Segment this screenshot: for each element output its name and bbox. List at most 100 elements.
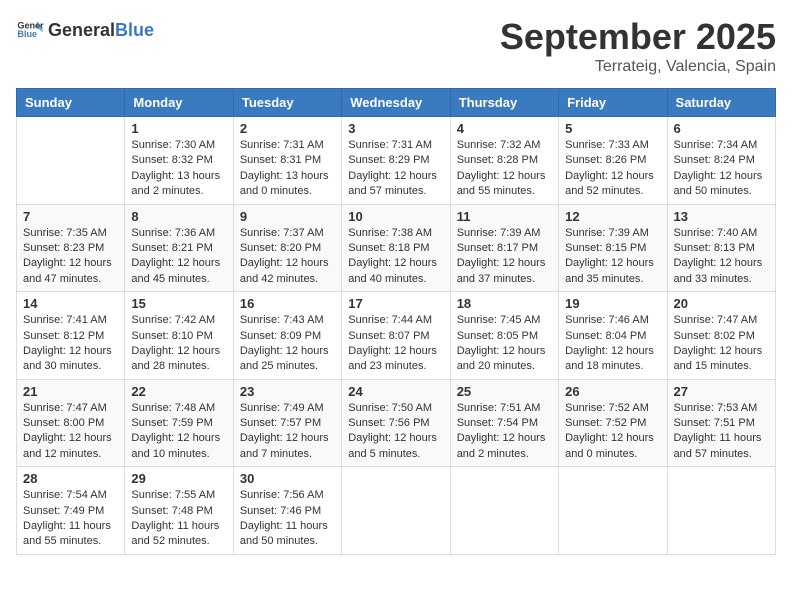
day-info: Sunrise: 7:45 AM Sunset: 8:05 PM Dayligh… (457, 313, 552, 375)
day-cell: 13 Sunrise: 7:40 AM Sunset: 8:13 PM Dayli… (667, 204, 775, 292)
day-number: 12 (565, 209, 660, 224)
day-info: Sunrise: 7:41 AM Sunset: 8:12 PM Dayligh… (23, 313, 118, 375)
logo-general-text: General (48, 20, 115, 41)
day-info: Sunrise: 7:51 AM Sunset: 7:54 PM Dayligh… (457, 401, 552, 463)
day-number: 21 (23, 384, 118, 399)
day-number: 24 (348, 384, 443, 399)
day-info: Sunrise: 7:39 AM Sunset: 8:17 PM Dayligh… (457, 226, 552, 288)
day-info: Sunrise: 7:31 AM Sunset: 8:29 PM Dayligh… (348, 138, 443, 200)
day-number: 29 (131, 471, 226, 486)
day-number: 17 (348, 296, 443, 311)
week-row-2: 7 Sunrise: 7:35 AM Sunset: 8:23 PM Daylig… (17, 204, 776, 292)
day-number: 7 (23, 209, 118, 224)
logo-blue-text: Blue (115, 20, 154, 41)
weekday-header-tuesday: Tuesday (233, 89, 341, 117)
day-info: Sunrise: 7:39 AM Sunset: 8:15 PM Dayligh… (565, 226, 660, 288)
day-info: Sunrise: 7:46 AM Sunset: 8:04 PM Dayligh… (565, 313, 660, 375)
day-number: 8 (131, 209, 226, 224)
day-info: Sunrise: 7:38 AM Sunset: 8:18 PM Dayligh… (348, 226, 443, 288)
weekday-header-thursday: Thursday (450, 89, 558, 117)
day-cell: 9 Sunrise: 7:37 AM Sunset: 8:20 PM Daylig… (233, 204, 341, 292)
day-info: Sunrise: 7:30 AM Sunset: 8:32 PM Dayligh… (131, 138, 226, 200)
day-cell: 3 Sunrise: 7:31 AM Sunset: 8:29 PM Daylig… (342, 117, 450, 205)
day-number: 3 (348, 121, 443, 136)
day-cell: 7 Sunrise: 7:35 AM Sunset: 8:23 PM Daylig… (17, 204, 125, 292)
week-row-4: 21 Sunrise: 7:47 AM Sunset: 8:00 PM Dayli… (17, 379, 776, 467)
day-number: 30 (240, 471, 335, 486)
week-row-1: 1 Sunrise: 7:30 AM Sunset: 8:32 PM Daylig… (17, 117, 776, 205)
weekday-header-sunday: Sunday (17, 89, 125, 117)
day-info: Sunrise: 7:43 AM Sunset: 8:09 PM Dayligh… (240, 313, 335, 375)
day-cell (667, 467, 775, 555)
day-info: Sunrise: 7:36 AM Sunset: 8:21 PM Dayligh… (131, 226, 226, 288)
day-info: Sunrise: 7:33 AM Sunset: 8:26 PM Dayligh… (565, 138, 660, 200)
day-info: Sunrise: 7:48 AM Sunset: 7:59 PM Dayligh… (131, 401, 226, 463)
day-cell (450, 467, 558, 555)
day-number: 26 (565, 384, 660, 399)
day-number: 2 (240, 121, 335, 136)
weekday-header-wednesday: Wednesday (342, 89, 450, 117)
day-number: 1 (131, 121, 226, 136)
day-number: 16 (240, 296, 335, 311)
day-info: Sunrise: 7:40 AM Sunset: 8:13 PM Dayligh… (674, 226, 769, 288)
day-cell: 2 Sunrise: 7:31 AM Sunset: 8:31 PM Daylig… (233, 117, 341, 205)
day-cell: 17Sunrise: 7:44 AM Sunset: 8:07 PM Dayli… (342, 292, 450, 380)
day-info: Sunrise: 7:53 AM Sunset: 7:51 PM Dayligh… (674, 401, 769, 463)
day-cell (342, 467, 450, 555)
day-cell: 8 Sunrise: 7:36 AM Sunset: 8:21 PM Daylig… (125, 204, 233, 292)
day-number: 4 (457, 121, 552, 136)
weekday-header-friday: Friday (559, 89, 667, 117)
day-cell: 4 Sunrise: 7:32 AM Sunset: 8:28 PM Daylig… (450, 117, 558, 205)
day-info: Sunrise: 7:47 AM Sunset: 8:02 PM Dayligh… (674, 313, 769, 375)
day-info: Sunrise: 7:49 AM Sunset: 7:57 PM Dayligh… (240, 401, 335, 463)
day-number: 11 (457, 209, 552, 224)
day-cell: 25Sunrise: 7:51 AM Sunset: 7:54 PM Dayli… (450, 379, 558, 467)
day-number: 9 (240, 209, 335, 224)
day-cell: 29Sunrise: 7:55 AM Sunset: 7:48 PM Dayli… (125, 467, 233, 555)
calendar: SundayMondayTuesdayWednesdayThursdayFrid… (16, 88, 776, 555)
day-cell: 1 Sunrise: 7:30 AM Sunset: 8:32 PM Daylig… (125, 117, 233, 205)
day-info: Sunrise: 7:31 AM Sunset: 8:31 PM Dayligh… (240, 138, 335, 200)
day-info: Sunrise: 7:37 AM Sunset: 8:20 PM Dayligh… (240, 226, 335, 288)
day-info: Sunrise: 7:47 AM Sunset: 8:00 PM Dayligh… (23, 401, 118, 463)
day-cell: 6 Sunrise: 7:34 AM Sunset: 8:24 PM Daylig… (667, 117, 775, 205)
week-row-5: 28Sunrise: 7:54 AM Sunset: 7:49 PM Dayli… (17, 467, 776, 555)
day-number: 10 (348, 209, 443, 224)
day-number: 19 (565, 296, 660, 311)
day-cell: 19 Sunrise: 7:46 AM Sunset: 8:04 PM Dayli… (559, 292, 667, 380)
day-number: 28 (23, 471, 118, 486)
day-info: Sunrise: 7:50 AM Sunset: 7:56 PM Dayligh… (348, 401, 443, 463)
day-cell (17, 117, 125, 205)
day-number: 6 (674, 121, 769, 136)
day-cell: 27 Sunrise: 7:53 AM Sunset: 7:51 PM Dayli… (667, 379, 775, 467)
day-cell: 15 Sunrise: 7:42 AM Sunset: 8:10 PM Dayli… (125, 292, 233, 380)
day-number: 27 (674, 384, 769, 399)
day-cell: 24 Sunrise: 7:50 AM Sunset: 7:56 PM Dayli… (342, 379, 450, 467)
day-cell: 5 Sunrise: 7:33 AM Sunset: 8:26 PM Daylig… (559, 117, 667, 205)
logo: General Blue GeneralBlue (16, 16, 154, 44)
day-info: Sunrise: 7:34 AM Sunset: 8:24 PM Dayligh… (674, 138, 769, 200)
day-number: 15 (131, 296, 226, 311)
day-cell: 20Sunrise: 7:47 AM Sunset: 8:02 PM Dayli… (667, 292, 775, 380)
day-cell (559, 467, 667, 555)
month-title: September 2025 (500, 16, 776, 58)
day-number: 18 (457, 296, 552, 311)
weekday-header-row: SundayMondayTuesdayWednesdayThursdayFrid… (17, 89, 776, 117)
day-cell: 16 Sunrise: 7:43 AM Sunset: 8:09 PM Dayli… (233, 292, 341, 380)
day-number: 13 (674, 209, 769, 224)
day-info: Sunrise: 7:42 AM Sunset: 8:10 PM Dayligh… (131, 313, 226, 375)
day-cell: 18 Sunrise: 7:45 AM Sunset: 8:05 PM Dayli… (450, 292, 558, 380)
day-cell: 28Sunrise: 7:54 AM Sunset: 7:49 PM Dayli… (17, 467, 125, 555)
day-cell: 30Sunrise: 7:56 AM Sunset: 7:46 PM Dayli… (233, 467, 341, 555)
day-info: Sunrise: 7:35 AM Sunset: 8:23 PM Dayligh… (23, 226, 118, 288)
header: General Blue GeneralBlue September 2025 … (16, 16, 776, 76)
day-info: Sunrise: 7:52 AM Sunset: 7:52 PM Dayligh… (565, 401, 660, 463)
day-number: 5 (565, 121, 660, 136)
day-cell: 11 Sunrise: 7:39 AM Sunset: 8:17 PM Dayli… (450, 204, 558, 292)
day-info: Sunrise: 7:32 AM Sunset: 8:28 PM Dayligh… (457, 138, 552, 200)
week-row-3: 14 Sunrise: 7:41 AM Sunset: 8:12 PM Dayli… (17, 292, 776, 380)
day-cell: 22Sunrise: 7:48 AM Sunset: 7:59 PM Dayli… (125, 379, 233, 467)
location-title: Terrateig, Valencia, Spain (500, 58, 776, 76)
weekday-header-monday: Monday (125, 89, 233, 117)
day-number: 14 (23, 296, 118, 311)
